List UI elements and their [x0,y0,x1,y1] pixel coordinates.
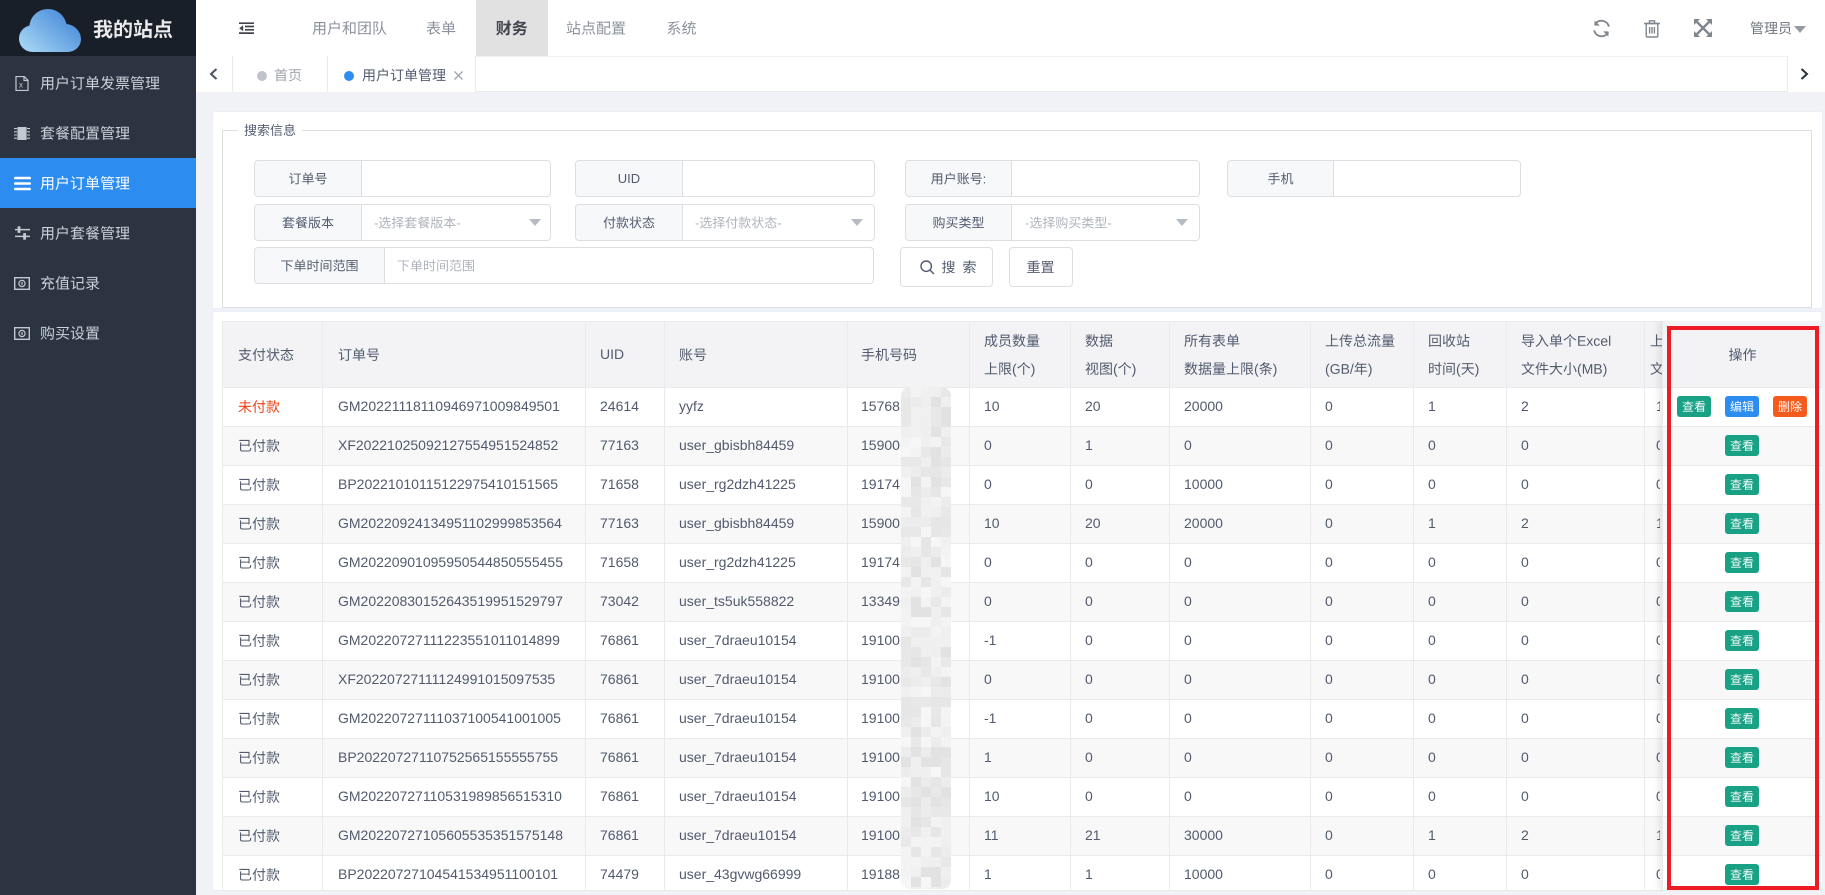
svg-text:x: x [19,80,23,89]
